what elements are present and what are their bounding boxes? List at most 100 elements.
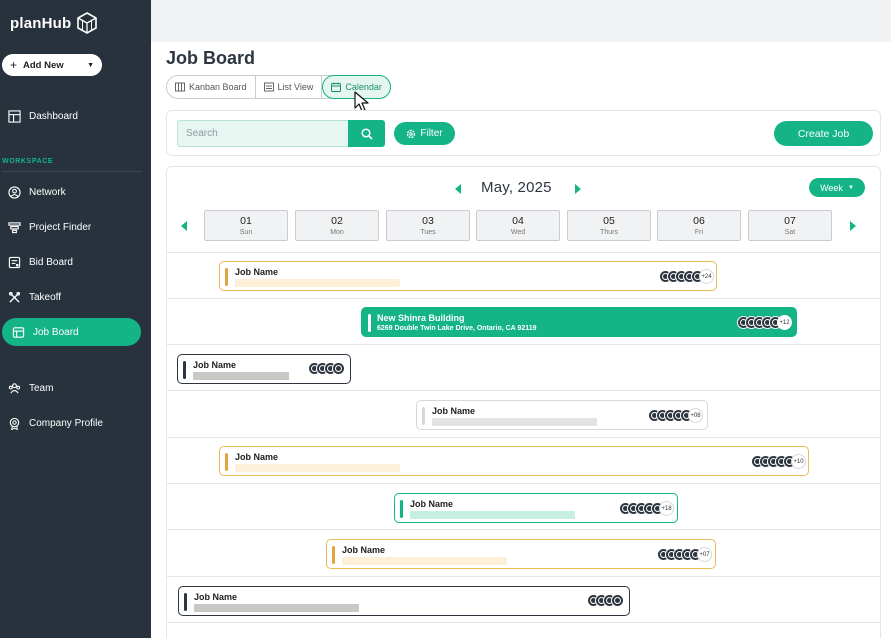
day-number: 05 — [603, 215, 615, 227]
day-name: Sat — [784, 229, 796, 236]
row-divider — [167, 298, 880, 299]
view-label: Week — [820, 182, 843, 193]
sidebar-item-bid-board[interactable]: Bid Board — [0, 248, 151, 276]
day-cell[interactable]: 04 Wed — [476, 210, 560, 241]
sidebar-item-team[interactable]: Team — [0, 374, 151, 402]
day-cell[interactable]: 06 Fri — [657, 210, 741, 241]
job-card[interactable]: Job Name — [177, 354, 351, 384]
day-cell[interactable]: 07 Sat — [748, 210, 832, 241]
job-color-bar — [422, 407, 425, 425]
job-detail-placeholder — [235, 279, 400, 287]
job-board-icon — [12, 326, 25, 338]
row-divider — [167, 483, 880, 484]
assignee-avatars — [587, 594, 624, 607]
day-cell[interactable]: 05 Thurs — [567, 210, 651, 241]
more-assignees-count: +10 — [791, 454, 806, 469]
job-color-bar — [225, 268, 228, 286]
job-card[interactable]: Job Name +10 — [219, 446, 809, 476]
list-icon — [263, 82, 274, 92]
team-icon — [8, 382, 21, 393]
job-name: New Shinra Building — [377, 313, 465, 323]
day-number: 04 — [512, 215, 524, 227]
job-card[interactable]: Job Name +18 — [394, 493, 678, 523]
assignee-avatars — [308, 362, 345, 375]
day-name: Tues — [420, 229, 436, 236]
day-cell[interactable]: 03 Tues — [386, 210, 470, 241]
job-color-bar — [332, 546, 335, 564]
job-detail-placeholder — [194, 604, 359, 612]
sidebar-item-label: Job Board — [33, 326, 79, 338]
divider — [2, 171, 142, 172]
kanban-icon — [175, 82, 185, 92]
job-card[interactable]: Job Name — [178, 586, 630, 616]
day-number: 06 — [693, 215, 705, 227]
search-icon — [360, 127, 373, 140]
job-name: Job Name — [194, 592, 238, 602]
job-detail-placeholder — [410, 511, 575, 519]
job-card[interactable]: Job Name +07 — [326, 539, 716, 569]
more-assignees-count: +18 — [659, 501, 674, 516]
avatar — [611, 594, 624, 607]
day-cell[interactable]: 01 Sun — [204, 210, 288, 241]
filter-button[interactable]: Filter — [394, 122, 455, 145]
assignee-avatars: +08 — [648, 408, 703, 423]
top-bar — [151, 0, 891, 42]
caret-down-icon: ▼ — [847, 184, 854, 191]
main-content: Job Board Kanban Board List View Calenda… — [151, 42, 891, 638]
avatar — [332, 362, 345, 375]
next-week-arrow-icon[interactable] — [850, 221, 856, 231]
caret-down-icon: ▼ — [87, 61, 94, 69]
job-card[interactable]: New Shinra Building 6269 Double Twin Lak… — [361, 307, 797, 337]
takeoff-icon — [8, 291, 21, 303]
planhub-cube-icon — [77, 12, 98, 34]
day-name: Thurs — [600, 229, 618, 236]
job-color-bar — [225, 453, 228, 471]
assignee-avatars: +18 — [619, 501, 674, 516]
day-cell[interactable]: 02 Mon — [295, 210, 379, 241]
day-name: Fri — [694, 229, 704, 236]
filter-label: Filter — [420, 128, 443, 139]
row-divider — [167, 344, 880, 345]
search-button[interactable] — [348, 120, 385, 147]
job-card[interactable]: Job Name +08 — [416, 400, 708, 430]
job-color-bar — [184, 593, 187, 611]
job-color-bar — [368, 314, 371, 332]
assignee-avatars: +07 — [657, 547, 712, 562]
sidebar-item-network[interactable]: Network — [0, 178, 151, 206]
assignee-avatars: +10 — [751, 454, 806, 469]
sidebar-item-label: Bid Board — [29, 256, 73, 268]
week-view-dropdown[interactable]: Week ▼ — [809, 178, 865, 197]
job-detail-placeholder — [432, 418, 597, 426]
plus-icon: + — [10, 58, 18, 72]
tab-kanban-board[interactable]: Kanban Board — [167, 76, 256, 98]
prev-week-arrow-icon[interactable] — [181, 221, 187, 231]
sidebar-item-takeoff[interactable]: Takeoff — [0, 283, 151, 311]
job-detail-placeholder — [193, 372, 289, 380]
job-card[interactable]: Job Name +24 — [219, 261, 717, 291]
workspace-section-label: WORKSPACE — [2, 158, 54, 165]
sidebar-item-dashboard[interactable]: Dashboard — [0, 102, 151, 130]
gear-icon — [407, 129, 416, 138]
next-month-arrow-icon[interactable] — [575, 184, 581, 194]
row-divider — [167, 437, 880, 438]
create-job-button[interactable]: Create Job — [774, 121, 873, 146]
more-assignees-count: +08 — [688, 408, 703, 423]
calendar: May, 2025 Week ▼ 01 Sun 02 Mon 03 Tues 0… — [166, 166, 881, 638]
more-assignees-count: +12 — [777, 315, 792, 330]
sidebar-item-label: Dashboard — [29, 110, 78, 122]
user-circle-icon — [8, 185, 21, 199]
tab-list-view[interactable]: List View — [256, 76, 323, 98]
calendar-icon — [331, 82, 342, 92]
sidebar: planHub + Add New ▼ Dashboard WORKSPACE … — [0, 0, 151, 638]
day-name: Wed — [510, 229, 526, 236]
search-input[interactable]: Search — [177, 120, 349, 147]
day-number: 07 — [784, 215, 796, 227]
planhub-logo[interactable]: planHub — [10, 11, 99, 35]
sidebar-item-project-finder[interactable]: Project Finder — [0, 213, 151, 241]
row-divider — [167, 622, 880, 623]
day-number: 03 — [422, 215, 434, 227]
sidebar-item-job-board[interactable]: Job Board — [2, 318, 141, 346]
prev-month-arrow-icon[interactable] — [455, 184, 461, 194]
add-new-button[interactable]: + Add New ▼ — [2, 54, 102, 76]
sidebar-item-company-profile[interactable]: Company Profile — [0, 409, 151, 437]
